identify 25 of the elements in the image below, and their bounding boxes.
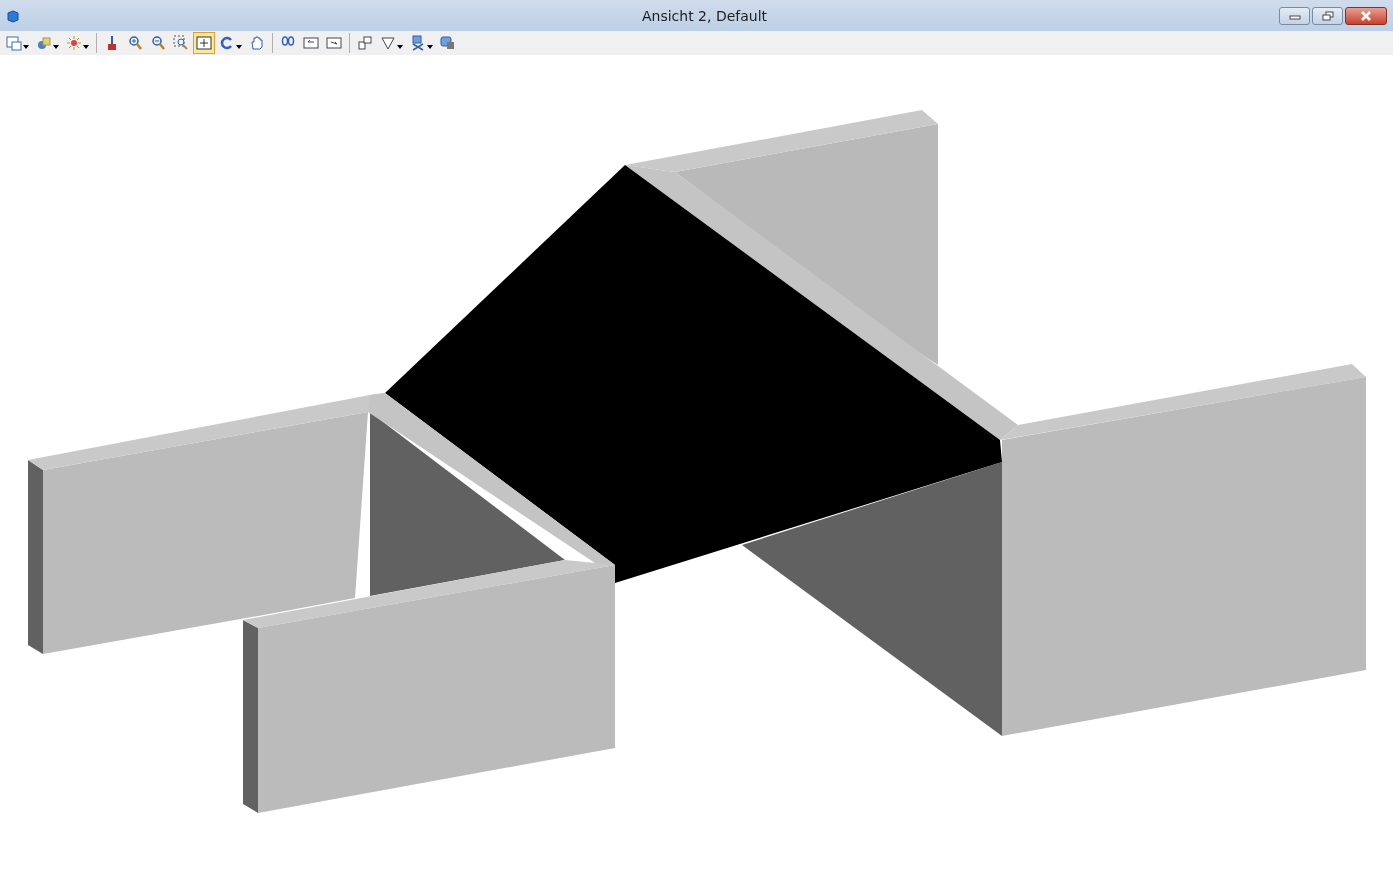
zoom-window-icon: [173, 35, 189, 51]
dropdown-arrow-icon: [236, 45, 242, 49]
restore-icon: [1321, 10, 1334, 21]
window-title: Ansicht 2, Default: [640, 7, 769, 24]
zoom-in-icon: [127, 35, 143, 51]
rotate-icon: [219, 35, 235, 51]
window-list-icon: [6, 35, 22, 51]
next-view-icon: [326, 35, 342, 51]
dropdown-arrow-icon: [427, 45, 433, 49]
filter-icon: [380, 35, 396, 51]
dropdown-arrow-icon: [23, 45, 29, 49]
dropdown-arrow-icon: [397, 45, 403, 49]
close-button[interactable]: [1345, 6, 1387, 25]
restore-button[interactable]: [1312, 6, 1343, 25]
previous-view-icon: [303, 35, 319, 51]
app-icon: [6, 8, 20, 23]
light-icon: [66, 35, 82, 51]
shapes-icon: [36, 35, 52, 51]
fit-view-icon: [196, 35, 212, 51]
copy-view-icon: [357, 35, 373, 51]
minimize-button[interactable]: [1279, 6, 1310, 25]
zoom-out-icon: [150, 35, 166, 51]
dropdown-arrow-icon: [53, 45, 59, 49]
close-icon: [1360, 10, 1372, 21]
dropdown-arrow-icon: [83, 45, 89, 49]
